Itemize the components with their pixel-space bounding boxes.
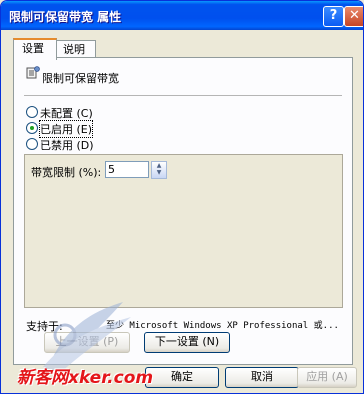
separator xyxy=(24,95,342,96)
policy-setting-icon xyxy=(26,66,40,80)
radio-label[interactable]: 已启用 (E) xyxy=(38,120,94,138)
radio-circle[interactable] xyxy=(26,138,38,150)
policy-name: 限制可保留带宽 xyxy=(42,72,119,85)
next-setting-button[interactable]: 下一设置 (N) xyxy=(144,332,230,353)
radio-label[interactable]: 未配置 (C) xyxy=(40,105,93,121)
tab-explain[interactable]: 说明 xyxy=(54,40,96,58)
settings-panel: 限制可保留带宽 未配置 (C) 已启用 (E) 已禁用 (D) 带宽限制 (%)… xyxy=(13,57,353,365)
ok-button[interactable]: 确定 xyxy=(145,367,219,388)
apply-button[interactable]: 应用 (A) xyxy=(297,367,357,388)
bandwidth-limit-label: 带宽限制 (%): xyxy=(31,166,102,179)
radio-circle[interactable] xyxy=(26,106,38,118)
radio-circle[interactable] xyxy=(26,122,38,134)
bandwidth-spinner[interactable]: ▲ ▼ xyxy=(151,161,167,179)
close-button[interactable]: ✕ xyxy=(344,6,363,27)
bandwidth-limit-input[interactable]: 5 xyxy=(105,161,149,178)
title-bar[interactable]: 限制可保留带宽 属性 ? ✕ xyxy=(1,1,363,30)
spin-down-icon[interactable]: ▼ xyxy=(152,169,166,176)
cancel-button[interactable]: 取消 xyxy=(225,367,299,388)
window-title: 限制可保留带宽 属性 xyxy=(9,10,122,24)
help-button[interactable]: ? xyxy=(323,6,344,27)
tab-settings[interactable]: 设置 xyxy=(13,38,57,60)
spin-up-icon[interactable]: ▲ xyxy=(152,162,166,169)
previous-setting-button[interactable]: 上一设置 (P) xyxy=(44,332,130,353)
radio-label[interactable]: 已禁用 (D) xyxy=(40,137,94,153)
supported-on-value: 至少 Microsoft Windows XP Professional 或..… xyxy=(106,321,339,331)
properties-dialog: 限制可保留带宽 属性 ? ✕ 设置 说明 限制可保留带宽 未配置 (C) 已启用… xyxy=(0,0,364,394)
watermark-text: 新客网xker.com xyxy=(17,368,154,388)
options-box: 带宽限制 (%): 5 ▲ ▼ xyxy=(24,154,343,308)
radio-selected-dot xyxy=(30,126,34,130)
